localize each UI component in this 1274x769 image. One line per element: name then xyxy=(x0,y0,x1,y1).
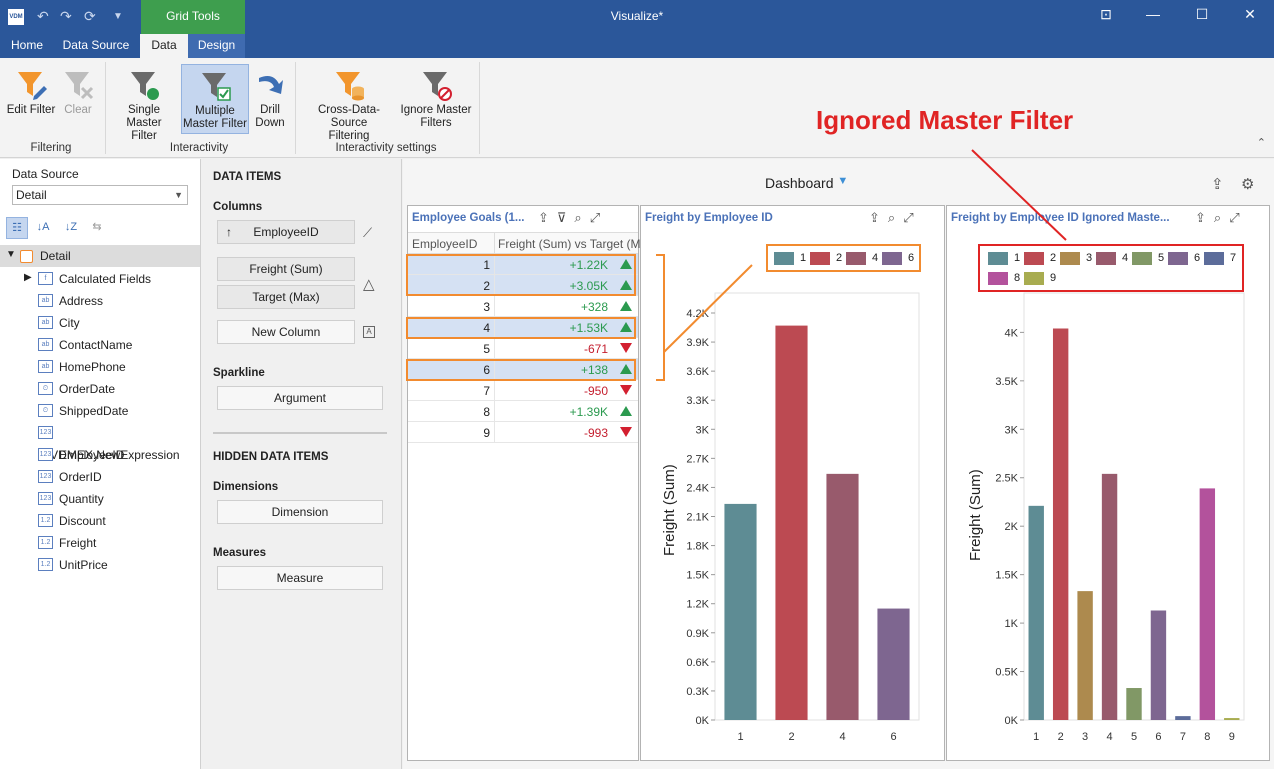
annotation-lines xyxy=(656,149,1067,381)
ignored-master-filter-callout: Ignored Master Filter xyxy=(816,105,1074,135)
